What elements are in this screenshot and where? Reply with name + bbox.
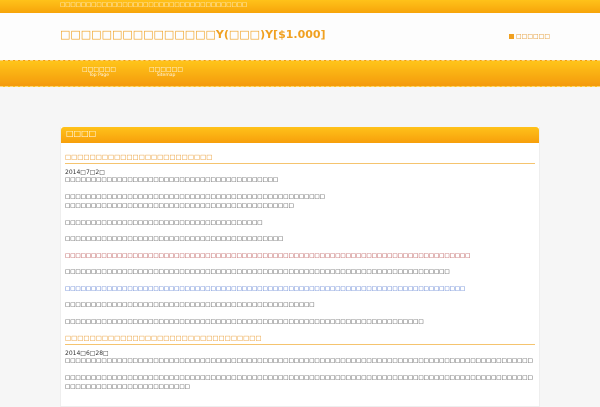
- paragraph: □□□□□□□□□□□□□□□□□□□□□□□□□□□□□□□□□□□□□□□□…: [65, 318, 424, 325]
- box-heading: □□□□: [61, 127, 539, 143]
- top-bar-text: □□□□□□□□□□□□□□□□□□□□□□□□□□□□□□□□□□□□: [60, 2, 248, 8]
- post: □□□□□□□□□□□□□□□□□□□□□□□□ 2014□7□2□ □□□□□…: [61, 143, 539, 327]
- site-title[interactable]: □□□□□□□□□□□□□□□Y(□□□)Y[$1.000]: [60, 28, 326, 41]
- nav-top-page[interactable]: □□□□□□ Top Page: [82, 66, 116, 78]
- paragraph: □□□□□□□□□□□□□□□□□□□□□□□□□□□□□□□□□□□□□□□□…: [65, 177, 279, 183]
- header-link-label: □□□□□□: [516, 33, 551, 40]
- nav-label: □□□□□□: [82, 66, 117, 73]
- paragraph: □□□□□□□□□□□□□□□□□□□□□□□□□□□□□□□□□□□□□□□□…: [65, 374, 533, 391]
- paragraph-link[interactable]: □□□□□□□□□□□□□□□□□□□□□□□□□□□□□□□□□□□□□□□□…: [65, 285, 535, 295]
- paragraph: □□□□□□□□□□□□□□□□□□□□□□□□□□□□□□□□□□□□□□□□…: [65, 193, 325, 200]
- main-nav: □□□□□□ Top Page □□□□□□ Sitemap: [0, 60, 600, 87]
- nav-sitemap[interactable]: □□□□□□ Sitemap: [149, 66, 183, 78]
- nav-sub: Sitemap: [156, 73, 176, 78]
- nav-sub: Top Page: [89, 73, 109, 78]
- header-link[interactable]: □□□□□□: [509, 33, 550, 40]
- paragraph-red: □□□□□□□□□□□□□□□□□□□□□□□□□□□□□□□□□□□□□□□□…: [65, 252, 471, 259]
- header: □□□□□□□□□□□□□□□Y(□□□)Y[$1.000] □□□□□□: [0, 13, 600, 60]
- paragraph: □□□□□□□□□□□□□□□□□□□□□□□□□□□□□□□□□□□□□□□□…: [65, 302, 315, 308]
- post-title[interactable]: □□□□□□□□□□□□□□□□□□□□□□□□□□□□□□□□: [65, 334, 535, 345]
- post-date: 2014□7□2□: [65, 169, 105, 176]
- paragraph: □□□□□□□□□□□□□□□□□□□□□□□□□□□□□□□□□□□□□□□□…: [65, 358, 533, 364]
- post-title[interactable]: □□□□□□□□□□□□□□□□□□□□□□□□: [65, 143, 535, 164]
- top-bar: □□□□□□□□□□□□□□□□□□□□□□□□□□□□□□□□□□□□: [0, 0, 600, 13]
- paragraph: □□□□□□□□□□□□□□□□□□□□□□□□□□□□□□□□□□□□□□: [65, 219, 263, 226]
- paragraph: □□□□□□□□□□□□□□□□□□□□□□□□□□□□□□□□□□□□□□□□…: [65, 269, 450, 275]
- post-date: 2014□6□28□: [65, 350, 109, 357]
- nav-label: □□□□□□: [149, 66, 184, 73]
- paragraph: □□□□□□□□□□□□□□□□□□□□□□□□□□□□□□□□□□□□□□□□…: [65, 236, 284, 242]
- bullet-icon: [509, 34, 514, 39]
- content-box: □□□□ □□□□□□□□□□□□□□□□□□□□□□□□ 2014□7□2□ …: [60, 127, 540, 407]
- paragraph: □□□□□□□□□□□□□□□□□□□□□□□□□□□□□□□□□□□□□□□□…: [65, 203, 294, 209]
- post: □□□□□□□□□□□□□□□□□□□□□□□□□□□□□□□□ 2014□6□…: [61, 334, 539, 393]
